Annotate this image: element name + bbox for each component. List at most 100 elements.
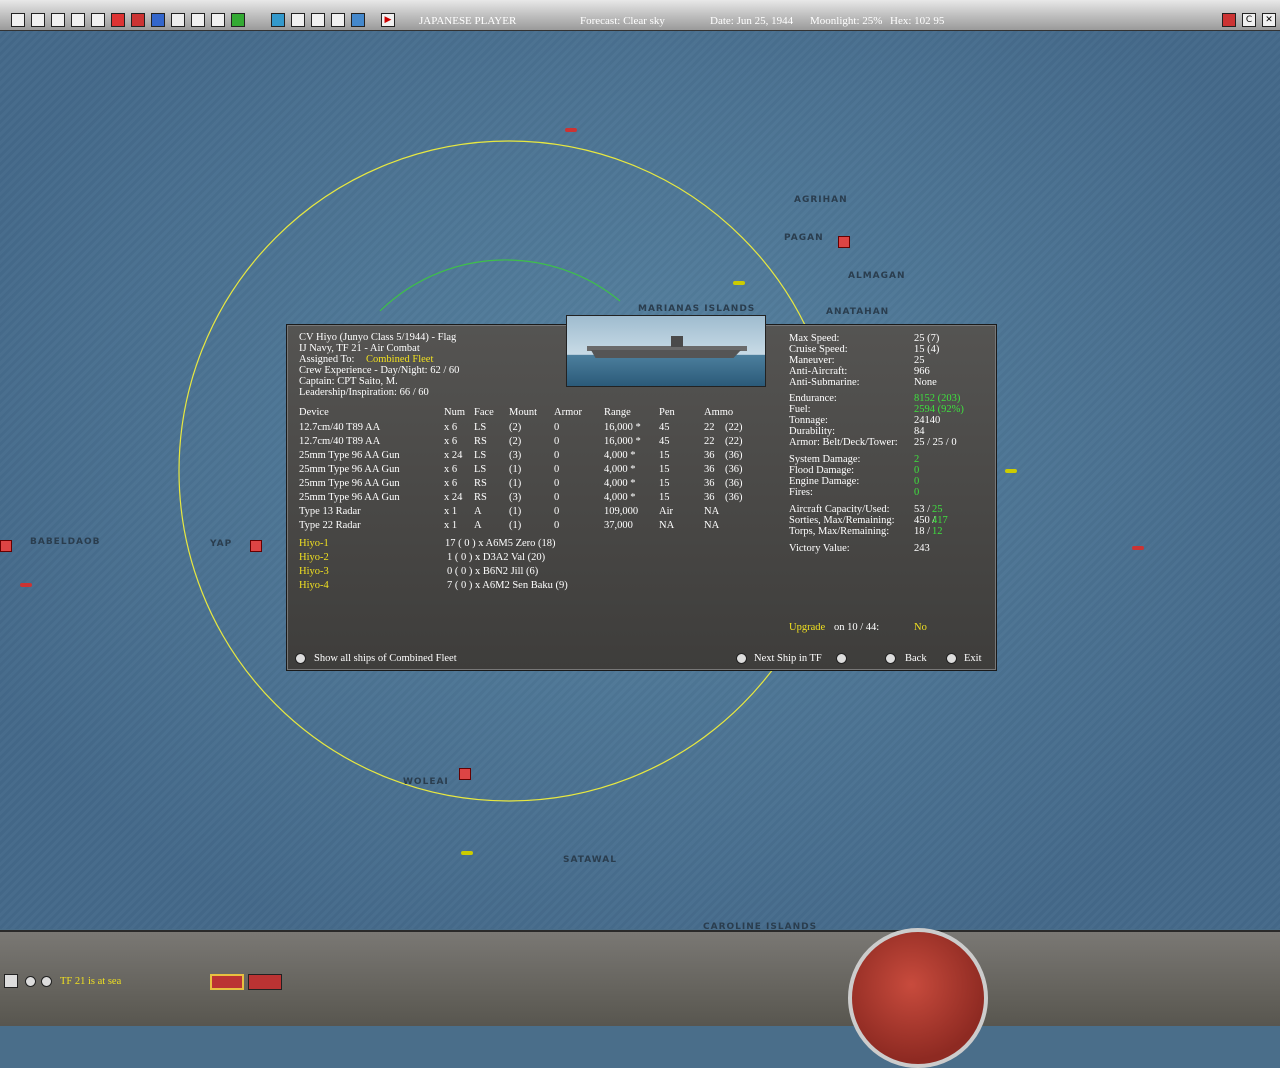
col-pen: Pen [659, 407, 675, 418]
stat-value: 24140 [914, 415, 941, 426]
col-range: Range [604, 407, 631, 418]
tf-ship-icon[interactable] [248, 974, 282, 990]
save-icon[interactable] [351, 13, 365, 27]
air-group-name[interactable]: Hiyo-4 [299, 580, 329, 591]
air-group-name[interactable]: Hiyo-2 [299, 552, 329, 563]
device-cell: (36) [725, 464, 743, 475]
show-all-ships-button[interactable]: Show all ships of Combined Fleet [314, 653, 457, 664]
assigned-value[interactable]: Combined Fleet [366, 354, 433, 365]
filter-icon[interactable] [291, 13, 305, 27]
island-satawal: SATAWAL [563, 855, 617, 865]
globe-icon[interactable] [271, 13, 285, 27]
upgrade-link[interactable]: Upgrade [789, 622, 825, 633]
tf-ship-icon-selected[interactable] [210, 974, 244, 990]
upgrade-value: No [914, 622, 927, 633]
device-cell: (1) [509, 520, 522, 531]
toolbar-button-2[interactable] [31, 13, 45, 27]
stat-value: 0 [914, 487, 920, 498]
device-cell: 4,000 * [604, 450, 636, 461]
island-woleai: WOLEAI [403, 777, 449, 787]
air-group-name[interactable]: Hiyo-3 [299, 566, 329, 577]
device-cell: x 6 [444, 436, 458, 447]
device-cell: x 6 [444, 478, 458, 489]
stat-value: None [914, 377, 937, 388]
device-cell: (36) [725, 492, 743, 503]
device-cell: (1) [509, 506, 522, 517]
base-marker-yap[interactable] [250, 540, 262, 552]
stat-label: Fuel: [789, 404, 811, 415]
toolbar-button-1[interactable] [11, 13, 25, 27]
device-cell: 22 [704, 422, 715, 433]
stat-label: Armor: Belt/Deck/Tower: [789, 437, 898, 448]
list-icon[interactable] [331, 13, 345, 27]
device-cell: NA [704, 520, 720, 531]
stat-value: 0 [914, 476, 920, 487]
device-cell: 16,000 * [604, 436, 641, 447]
device-cell: (3) [509, 492, 522, 503]
back-arrow-icon[interactable] [885, 653, 896, 664]
close-icon[interactable]: ✕ [1262, 13, 1276, 27]
device-cell: 45 [659, 422, 670, 433]
back-button[interactable]: Back [905, 653, 927, 664]
stat-value-remaining: 417 [932, 515, 948, 526]
exit-button[interactable]: Exit [964, 653, 982, 664]
map-icon[interactable] [231, 13, 245, 27]
device-cell: LS [474, 464, 487, 475]
sub-icon[interactable] [211, 13, 225, 27]
base-marker-woleai[interactable] [459, 768, 471, 780]
prev-tf-arrow-icon[interactable] [25, 976, 36, 987]
end-turn-play-icon[interactable]: ▶ [381, 13, 395, 27]
show-all-arrow-icon[interactable] [295, 653, 306, 664]
toolbar-button-4[interactable] [71, 13, 85, 27]
next-ship-arrow-icon[interactable] [836, 653, 847, 664]
device-cell: 4,000 * [604, 492, 636, 503]
air-group-name[interactable]: Hiyo-1 [299, 538, 329, 549]
device-cell: 36 [704, 492, 715, 503]
tf-icon[interactable] [4, 974, 18, 988]
hex-label: Hex: 102 95 [890, 15, 945, 27]
upgrade-date: on 10 / 44: [834, 622, 880, 633]
device-cell: (2) [509, 436, 522, 447]
ob-icon[interactable] [311, 13, 325, 27]
toolbar-button-5[interactable] [91, 13, 105, 27]
ship-picture [566, 315, 766, 387]
device-cell: 16,000 * [604, 422, 641, 433]
device-cell: 36 [704, 450, 715, 461]
ship-marker[interactable] [461, 851, 473, 855]
exit-arrow-icon[interactable] [946, 653, 957, 664]
ship-marker[interactable] [1005, 469, 1017, 473]
flag-icon[interactable] [171, 13, 185, 27]
stat-value: 25 [914, 355, 925, 366]
ship-marker[interactable] [565, 128, 577, 132]
device-cell: 45 [659, 436, 670, 447]
aircraft-icon[interactable] [131, 13, 145, 27]
prev-ship-arrow-icon[interactable] [736, 653, 747, 664]
col-face: Face [474, 407, 494, 418]
ship-name: CV Hiyo (Junyo Class 5/1944) - Flag [299, 332, 457, 343]
device-cell: 22 [704, 436, 715, 447]
ship-marker[interactable] [733, 281, 745, 285]
flag-button-icon[interactable] [1222, 13, 1236, 27]
ship-marker[interactable] [1132, 546, 1144, 550]
island-yap: YAP [210, 539, 233, 549]
ship-icon[interactable] [191, 13, 205, 27]
device-cell: 15 [659, 492, 670, 503]
navy-icon[interactable] [151, 13, 165, 27]
base-marker-pagan[interactable] [838, 236, 850, 248]
bottom-bar: TF 21 is at sea [0, 930, 1280, 1026]
device-cell: x 6 [444, 464, 458, 475]
rising-sun-icon[interactable] [111, 13, 125, 27]
air-group-desc: 0 ( 0 ) x B6N2 Jill (6) [447, 566, 539, 577]
date-label: Date: Jun 25, 1944 [710, 15, 794, 27]
stat-value: 0 [914, 465, 920, 476]
base-marker-babeldaob[interactable] [0, 540, 12, 552]
device-cell: 0 [554, 478, 560, 489]
next-ship-button[interactable]: Next Ship in TF [754, 653, 822, 664]
device-cell: (22) [725, 436, 743, 447]
c-button[interactable]: C [1242, 13, 1256, 27]
ship-marker[interactable] [20, 583, 32, 587]
device-cell: 0 [554, 464, 560, 475]
next-tf-arrow-icon[interactable] [41, 976, 52, 987]
toolbar-button-3[interactable] [51, 13, 65, 27]
stat-label: Cruise Speed: [789, 344, 848, 355]
